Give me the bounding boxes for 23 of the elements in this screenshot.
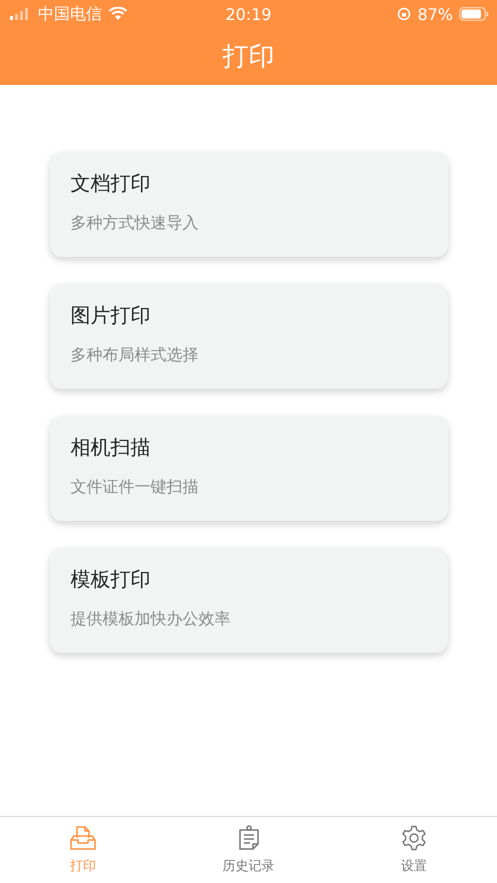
clock-time: 20:19 xyxy=(225,4,272,24)
card-title: 模板打印 xyxy=(70,566,152,593)
card-title: 图片打印 xyxy=(70,302,152,329)
tab-item[interactable]: 设置 xyxy=(331,817,497,883)
page-title: 打印 xyxy=(222,41,274,74)
card-subtitle: 文件证件一键扫描 xyxy=(70,477,200,498)
battery-icon xyxy=(459,7,489,21)
card-subtitle: 多种方式快速导入 xyxy=(70,213,200,234)
battery-percent: 87% xyxy=(417,4,453,24)
settings-icon xyxy=(401,825,428,851)
menu-card[interactable]: 模板打印 提供模板加快办公效率 xyxy=(50,548,448,653)
menu-card[interactable]: 文档打印 多种方式快速导入 xyxy=(50,152,448,257)
card-subtitle: 多种布局样式选择 xyxy=(70,345,200,366)
menu-card[interactable]: 图片打印 多种布局样式选择 xyxy=(50,284,448,389)
card-title: 相机扫描 xyxy=(70,434,152,461)
inbox-tray-icon xyxy=(70,825,96,851)
menu-card[interactable]: 相机扫描 文件证件一键扫描 xyxy=(50,416,448,521)
carrier-name: 中国电信 xyxy=(38,4,102,24)
rotation-lock-icon xyxy=(397,7,412,21)
card-title: 文档打印 xyxy=(70,170,152,197)
card-subtitle: 提供模板加快办公效率 xyxy=(70,609,232,630)
wifi-icon xyxy=(108,7,128,21)
tab-item[interactable]: 历史记录 xyxy=(166,817,332,883)
